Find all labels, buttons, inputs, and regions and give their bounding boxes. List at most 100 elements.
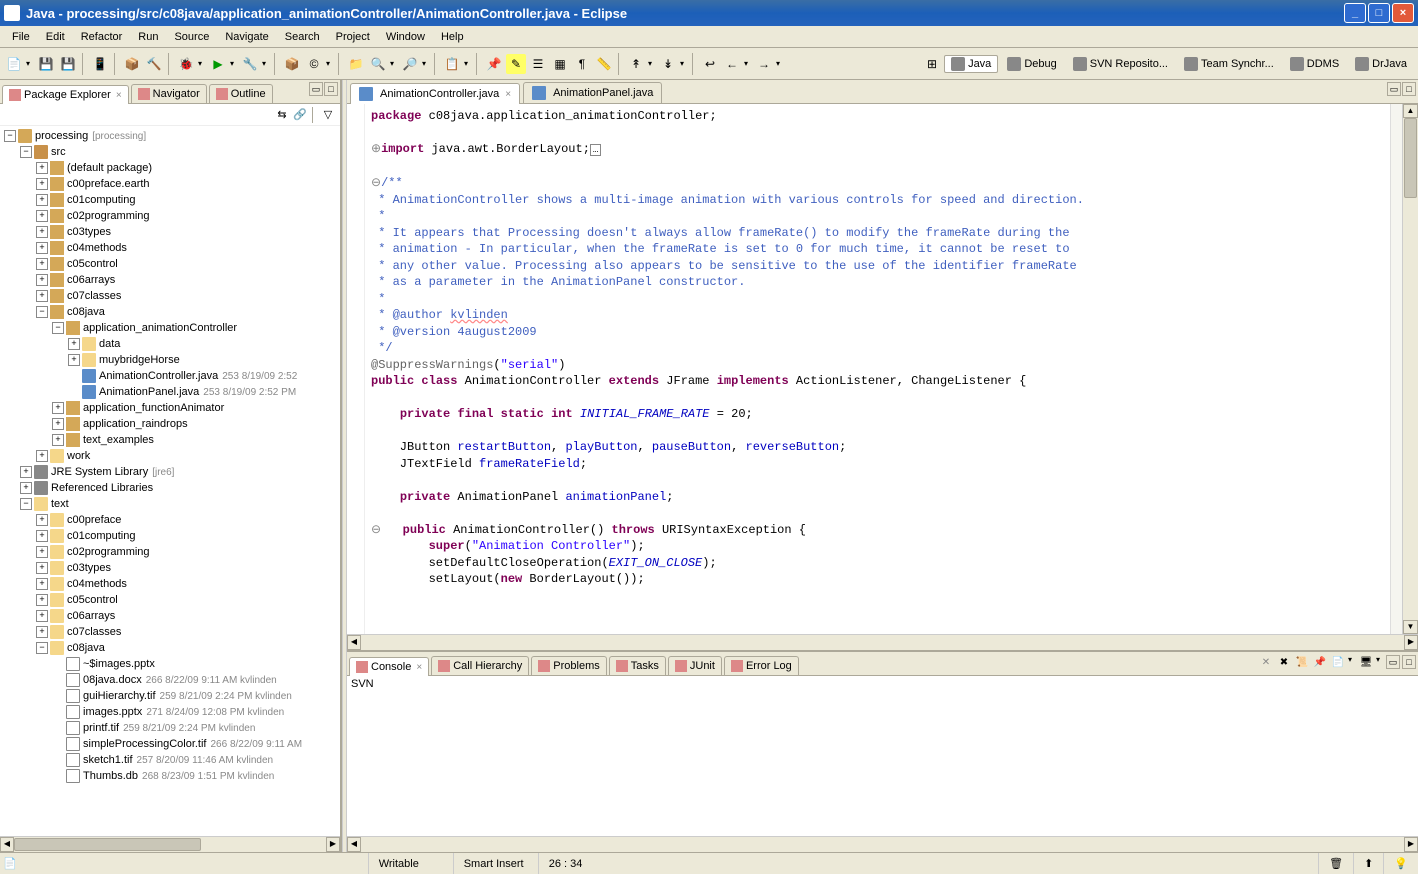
menu-window[interactable]: Window (378, 29, 433, 45)
tree-item[interactable]: +c05control (0, 592, 340, 608)
tree-item[interactable]: +data (0, 336, 340, 352)
menu-source[interactable]: Source (166, 29, 217, 45)
tree-item[interactable]: +c00preface.earth (0, 176, 340, 192)
perspective-java[interactable]: Java (944, 55, 998, 73)
tree-item[interactable]: +c06arrays (0, 272, 340, 288)
view-menu-button[interactable]: ▽ (320, 107, 336, 123)
tree-toggle[interactable]: + (36, 610, 48, 622)
editor-maximize-button[interactable]: □ (1402, 82, 1416, 96)
view-tab-package-explorer[interactable]: Package Explorer× (2, 85, 129, 104)
package-explorer-tree[interactable]: −processing[processing]−src+(default pac… (0, 126, 340, 836)
maximize-button[interactable]: □ (1368, 3, 1390, 23)
new-class-dropdown[interactable]: ▾ (326, 59, 334, 68)
tree-item[interactable]: +c03types (0, 224, 340, 240)
status-tip-button[interactable]: 💡 (1383, 853, 1418, 874)
next-annot-button[interactable]: ↡ (658, 54, 678, 74)
tree-toggle[interactable]: + (36, 578, 48, 590)
bottom-tab-tasks[interactable]: Tasks (609, 656, 666, 675)
tree-toggle[interactable]: − (4, 130, 16, 142)
tree-item[interactable]: sketch1.tif257 8/20/09 11:46 AM kvlinden (0, 752, 340, 768)
tree-toggle[interactable]: + (36, 258, 48, 270)
source-code[interactable]: package c08java.application_animationCon… (365, 104, 1390, 634)
debug-dropdown[interactable]: ▾ (198, 59, 206, 68)
view-tab-outline[interactable]: Outline (209, 84, 273, 103)
tree-toggle[interactable]: + (52, 434, 64, 446)
perspective-drjava[interactable]: DrJava (1348, 55, 1414, 73)
tree-item[interactable]: 08java.docx266 8/22/09 9:11 AM kvlinden (0, 672, 340, 688)
bottom-tab-error-log[interactable]: Error Log (724, 656, 799, 675)
console-display-button[interactable]: 🖥 (1358, 655, 1374, 671)
editor-body[interactable]: package c08java.application_animationCon… (347, 104, 1418, 634)
tree-item[interactable]: +c03types (0, 560, 340, 576)
tree-item[interactable]: +(default package) (0, 160, 340, 176)
open-task-button[interactable]: 🔍 (368, 54, 388, 74)
editor-tab[interactable]: AnimationPanel.java (523, 82, 662, 103)
search-dropdown[interactable]: ▾ (422, 59, 430, 68)
bottom-minimize-button[interactable]: ▭ (1386, 655, 1400, 669)
tree-item[interactable]: +c02programming (0, 544, 340, 560)
tree-item[interactable]: +c01computing (0, 192, 340, 208)
status-updates-button[interactable]: ⬆ (1353, 853, 1383, 874)
close-button[interactable]: × (1392, 3, 1414, 23)
save-all-button[interactable]: 💾 (58, 54, 78, 74)
editor-scrollbar-h[interactable]: ◀ ▶ (347, 634, 1418, 650)
open-perspective-button[interactable]: ⊞ (922, 54, 942, 74)
console-clear-button[interactable]: ✕ (1258, 655, 1274, 671)
tree-toggle[interactable]: + (36, 210, 48, 222)
tree-item[interactable]: +c04methods (0, 576, 340, 592)
bottom-tab-call-hierarchy[interactable]: Call Hierarchy (431, 656, 529, 675)
run-dropdown[interactable]: ▾ (230, 59, 238, 68)
tree-toggle[interactable]: − (20, 498, 32, 510)
tree-item[interactable]: guiHierarchy.tif259 8/21/09 2:24 PM kvli… (0, 688, 340, 704)
tree-toggle[interactable]: + (36, 274, 48, 286)
prev-annot-button[interactable]: ↟ (626, 54, 646, 74)
console-scroll-button[interactable]: 📜 (1294, 655, 1310, 671)
overview-ruler[interactable] (1390, 104, 1402, 634)
tree-item[interactable]: AnimationPanel.java253 8/19/09 2:52 PM (0, 384, 340, 400)
toggle-mark-button[interactable]: ☰ (528, 54, 548, 74)
bottom-tab-console[interactable]: Console× (349, 657, 429, 676)
open-task-dropdown[interactable]: ▾ (390, 59, 398, 68)
tree-toggle[interactable]: + (20, 482, 32, 494)
menu-help[interactable]: Help (433, 29, 472, 45)
run-ext-button[interactable]: 🔧 (240, 54, 260, 74)
menu-refactor[interactable]: Refactor (73, 29, 131, 45)
editor-gutter[interactable] (347, 104, 365, 634)
console-open-button[interactable]: 📄 (1330, 655, 1346, 671)
tree-toggle[interactable]: + (36, 178, 48, 190)
tree-toggle[interactable]: + (36, 162, 48, 174)
tree-toggle[interactable]: + (68, 338, 80, 350)
tree-toggle[interactable]: + (36, 562, 48, 574)
close-tab-button[interactable]: × (416, 662, 422, 673)
editor-minimize-button[interactable]: ▭ (1387, 82, 1401, 96)
tree-item[interactable]: +application_functionAnimator (0, 400, 340, 416)
tree-toggle[interactable]: + (36, 626, 48, 638)
tree-scrollbar-h[interactable]: ◀ ▶ (0, 836, 340, 852)
editor-tab[interactable]: AnimationController.java× (350, 83, 520, 104)
nav-dropdown[interactable]: ▾ (464, 59, 472, 68)
menu-project[interactable]: Project (328, 29, 378, 45)
save-button[interactable]: 💾 (36, 54, 56, 74)
menu-search[interactable]: Search (277, 29, 328, 45)
tree-toggle[interactable]: − (20, 146, 32, 158)
tree-toggle[interactable]: + (36, 514, 48, 526)
tree-toggle[interactable]: + (36, 290, 48, 302)
tree-item[interactable]: −processing[processing] (0, 128, 340, 144)
forward-button[interactable]: → (754, 54, 774, 74)
tree-item[interactable]: +muybridgeHorse (0, 352, 340, 368)
tree-item[interactable]: AnimationController.java253 8/19/09 2:52 (0, 368, 340, 384)
tree-item[interactable]: −c08java (0, 640, 340, 656)
maximize-view-button[interactable]: □ (324, 82, 338, 96)
tree-item[interactable]: +c06arrays (0, 608, 340, 624)
show-ruler-button[interactable]: 📏 (594, 54, 614, 74)
tree-item[interactable]: −c08java (0, 304, 340, 320)
tree-toggle[interactable]: + (36, 450, 48, 462)
tree-item[interactable]: simpleProcessingColor.tif266 8/22/09 9:1… (0, 736, 340, 752)
tree-toggle[interactable]: + (36, 594, 48, 606)
debug-button[interactable]: 🐞 (176, 54, 196, 74)
tree-toggle[interactable]: + (68, 354, 80, 366)
tree-toggle[interactable]: + (36, 194, 48, 206)
tree-item[interactable]: printf.tif259 8/21/09 2:24 PM kvlinden (0, 720, 340, 736)
tree-item[interactable]: +c00preface (0, 512, 340, 528)
nav-button[interactable]: 📋 (442, 54, 462, 74)
